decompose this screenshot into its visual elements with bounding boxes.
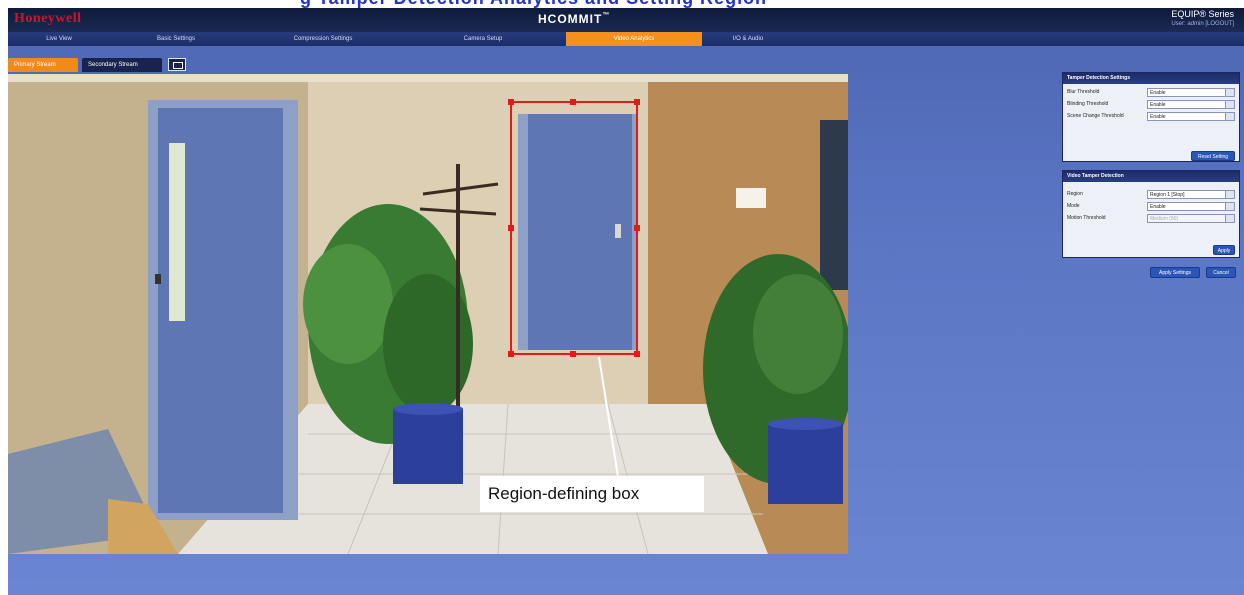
app-header: Honeywell HCOMMIT™ EQUIP® Series User: a… — [8, 8, 1244, 32]
region-select[interactable]: Region 1 [Stop] — [1147, 190, 1235, 199]
resize-handle-right[interactable] — [634, 225, 640, 231]
page-caption: g Tamper Detection Analytics and Setting… — [0, 0, 1244, 8]
motion-threshold-label: Motion Threshold — [1067, 215, 1106, 221]
region-row: Region Region 1 [Stop] — [1063, 188, 1239, 200]
blur-threshold-select[interactable]: Enable — [1147, 88, 1235, 97]
mode-select[interactable]: Enable — [1147, 202, 1235, 211]
nav-tab-camera-setup[interactable]: Camera Setup — [428, 32, 538, 46]
chevron-down-icon — [1225, 191, 1234, 198]
blur-threshold-label: Blur Threshold — [1067, 89, 1100, 95]
camera-snapshot-icon[interactable] — [168, 58, 186, 71]
live-video-view[interactable]: Region-defining box — [8, 74, 848, 554]
nav-tab-compression-settings[interactable]: Compression Settings — [268, 32, 378, 46]
motion-threshold-row: Motion Threshold Medium (50) — [1063, 212, 1239, 224]
blinding-threshold-select[interactable]: Enable — [1147, 100, 1235, 109]
blur-threshold-row: Blur Threshold Enable — [1063, 86, 1239, 98]
main-nav: Live View Basic Settings Compression Set… — [8, 32, 1244, 46]
brand-logo[interactable]: Honeywell — [14, 11, 82, 27]
scene-change-threshold-row: Scene Change Threshold Enable — [1063, 110, 1239, 122]
blinding-threshold-value: Enable — [1150, 102, 1166, 108]
chevron-down-icon — [1225, 101, 1234, 108]
resize-handle-bottom-right[interactable] — [634, 351, 640, 357]
region-settings-panel: Video Tamper Detection Region Region 1 [… — [1062, 170, 1240, 258]
region-panel-title: Video Tamper Detection — [1063, 171, 1239, 182]
nav-tab-io-audio[interactable]: I/O & Audio — [708, 32, 788, 46]
region-label: Region — [1067, 191, 1083, 197]
chevron-down-icon — [1225, 215, 1234, 222]
video-frame — [8, 74, 848, 554]
resize-handle-left[interactable] — [508, 225, 514, 231]
resize-handle-bottom[interactable] — [570, 351, 576, 357]
secondary-stream-tab[interactable]: Secondary Stream — [82, 58, 162, 72]
product-name-text: HCOMMIT — [538, 12, 603, 26]
reset-setting-button[interactable]: Reset Setting — [1191, 151, 1235, 161]
resize-handle-bottom-left[interactable] — [508, 351, 514, 357]
trademark-symbol: ™ — [602, 12, 611, 19]
chevron-down-icon — [1225, 89, 1234, 96]
blur-threshold-value: Enable — [1150, 90, 1166, 96]
region-defining-box[interactable] — [508, 99, 640, 357]
nav-tab-video-analytics[interactable]: Video Analytics — [566, 32, 702, 46]
region-apply-button[interactable]: Apply — [1213, 245, 1235, 255]
page-caption-text: g Tamper Detection Analytics and Setting… — [300, 0, 767, 8]
resize-handle-top-left[interactable] — [508, 99, 514, 105]
mode-value: Enable — [1150, 204, 1166, 210]
motion-threshold-value: Medium (50) — [1150, 216, 1179, 222]
cancel-button[interactable]: Cancel — [1206, 267, 1236, 278]
scene-change-threshold-select[interactable]: Enable — [1147, 112, 1235, 121]
chevron-down-icon — [1225, 203, 1234, 210]
series-title: EQUIP® Series — [1171, 9, 1234, 19]
chevron-down-icon — [1225, 113, 1234, 120]
tamper-settings-panel: Tamper Detection Settings Blur Threshold… — [1062, 72, 1240, 162]
region-value: Region 1 [Stop] — [1150, 192, 1185, 198]
mode-row: Mode Enable — [1063, 200, 1239, 212]
scene-change-threshold-label: Scene Change Threshold — [1067, 113, 1124, 119]
product-name: HCOMMIT™ — [538, 12, 610, 26]
resize-handle-top[interactable] — [570, 99, 576, 105]
nav-tab-live-view[interactable]: Live View — [14, 32, 104, 46]
tamper-panel-title: Tamper Detection Settings — [1063, 73, 1239, 84]
blinding-threshold-label: Blinding Threshold — [1067, 101, 1109, 107]
user-logout-link[interactable]: User: admin [LOGOUT] — [1171, 19, 1234, 29]
resize-handle-top-right[interactable] — [634, 99, 640, 105]
motion-threshold-select[interactable]: Medium (50) — [1147, 214, 1235, 223]
blinding-threshold-row: Blinding Threshold Enable — [1063, 98, 1239, 110]
scene-change-threshold-value: Enable — [1150, 114, 1166, 120]
mode-label: Mode — [1067, 203, 1080, 209]
series-label: EQUIP® Series User: admin [LOGOUT] — [1171, 9, 1234, 29]
camera-web-app: Honeywell HCOMMIT™ EQUIP® Series User: a… — [8, 8, 1244, 595]
apply-settings-button[interactable]: Apply Settings — [1150, 267, 1200, 278]
region-box-callout: Region-defining box — [480, 476, 704, 512]
nav-tab-basic-settings[interactable]: Basic Settings — [126, 32, 226, 46]
primary-stream-tab[interactable]: Primary Stream — [8, 58, 78, 72]
